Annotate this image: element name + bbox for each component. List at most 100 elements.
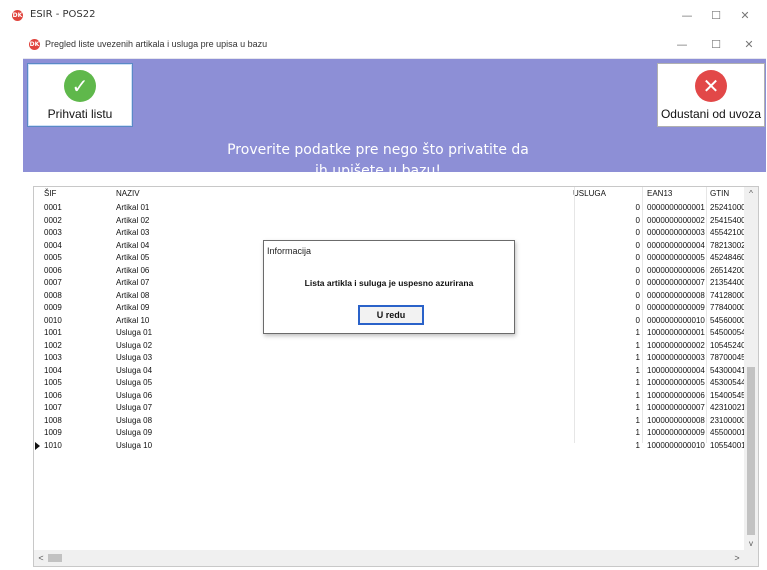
- dialog-minimize-button[interactable]: —: [672, 37, 692, 53]
- grid-cell-gtin[interactable]: 78700045: [710, 353, 744, 362]
- grid-cell-usluga[interactable]: 1: [574, 441, 640, 450]
- grid-cell-sif[interactable]: 1005: [44, 378, 62, 387]
- grid-cell-ean13[interactable]: 1000000000007: [647, 403, 705, 412]
- grid-cell-gtin[interactable]: 45500001: [710, 428, 744, 437]
- grid-cell-ean13[interactable]: 0000000000008: [647, 291, 705, 300]
- grid-cell-ean13[interactable]: 1000000000005: [647, 378, 705, 387]
- grid-cell-sif[interactable]: 0009: [44, 303, 62, 312]
- grid-cell-gtin[interactable]: 77840000: [710, 303, 744, 312]
- grid-cell-ean13[interactable]: 0000000000002: [647, 216, 705, 225]
- cancel-import-button[interactable]: ✕ Odustani od uvoza: [657, 63, 765, 127]
- grid-cell-usluga[interactable]: 0: [574, 203, 640, 212]
- grid-cell-gtin[interactable]: 15400545: [710, 391, 744, 400]
- grid-cell-gtin[interactable]: 25241000: [710, 203, 744, 212]
- grid-cell-usluga[interactable]: 1: [574, 366, 640, 375]
- grid-cell-usluga[interactable]: 0: [574, 291, 640, 300]
- grid-cell-naziv[interactable]: Artikal 08: [116, 291, 149, 300]
- grid-cell-naziv[interactable]: Artikal 09: [116, 303, 149, 312]
- grid-cell-gtin[interactable]: 10554001: [710, 441, 744, 450]
- grid-cell-naziv[interactable]: Artikal 01: [116, 203, 149, 212]
- grid-cell-gtin[interactable]: 45542100: [710, 228, 744, 237]
- grid-cell-ean13[interactable]: 0000000000005: [647, 253, 705, 262]
- grid-cell-gtin[interactable]: 42310021: [710, 403, 744, 412]
- grid-cell-naziv[interactable]: Usluga 01: [116, 328, 152, 337]
- grid-cell-gtin[interactable]: 45248460: [710, 253, 744, 262]
- grid-cell-naziv[interactable]: Usluga 03: [116, 353, 152, 362]
- grid-cell-ean13[interactable]: 1000000000001: [647, 328, 705, 337]
- grid-cell-ean13[interactable]: 1000000000010: [647, 441, 705, 450]
- grid-cell-usluga[interactable]: 0: [574, 316, 640, 325]
- grid-cell-gtin[interactable]: 54500054: [710, 328, 744, 337]
- grid-cell-sif[interactable]: 0002: [44, 216, 62, 225]
- grid-cell-usluga[interactable]: 0: [574, 266, 640, 275]
- grid-cell-gtin[interactable]: 54300041: [710, 366, 744, 375]
- grid-cell-ean13[interactable]: 1000000000009: [647, 428, 705, 437]
- grid-cell-ean13[interactable]: 1000000000008: [647, 416, 705, 425]
- grid-cell-usluga[interactable]: 0: [574, 216, 640, 225]
- table-row[interactable]: 0002 Artikal 02 0 0000000000002 25415400: [34, 215, 744, 228]
- grid-cell-naziv[interactable]: Usluga 02: [116, 341, 152, 350]
- grid-cell-sif[interactable]: 1010: [44, 441, 62, 450]
- grid-cell-sif[interactable]: 1001: [44, 328, 62, 337]
- grid-cell-sif[interactable]: 1009: [44, 428, 62, 437]
- grid-cell-usluga[interactable]: 1: [574, 428, 640, 437]
- outer-maximize-button[interactable]: ☐: [706, 8, 726, 24]
- grid-cell-usluga[interactable]: 0: [574, 228, 640, 237]
- grid-cell-gtin[interactable]: 78213002: [710, 241, 744, 250]
- grid-cell-sif[interactable]: 1006: [44, 391, 62, 400]
- grid-cell-naziv[interactable]: Artikal 04: [116, 241, 149, 250]
- vertical-scrollbar[interactable]: ^ v: [744, 187, 758, 550]
- table-row[interactable]: 1009 Usluga 09 1 1000000000009 45500001: [34, 427, 744, 440]
- grid-cell-gtin[interactable]: 10545240: [710, 341, 744, 350]
- grid-cell-naziv[interactable]: Usluga 04: [116, 366, 152, 375]
- grid-cell-usluga[interactable]: 1: [574, 378, 640, 387]
- grid-cell-ean13[interactable]: 1000000000004: [647, 366, 705, 375]
- grid-cell-naziv[interactable]: Usluga 08: [116, 416, 152, 425]
- scroll-up-icon[interactable]: ^: [744, 187, 758, 200]
- grid-cell-sif[interactable]: 0004: [44, 241, 62, 250]
- accept-list-button[interactable]: ✓ Prihvati listu: [27, 63, 133, 127]
- horizontal-scroll-thumb[interactable]: [48, 554, 62, 562]
- grid-cell-usluga[interactable]: 1: [574, 416, 640, 425]
- table-row[interactable]: 1002 Usluga 02 1 1000000000002 10545240: [34, 340, 744, 353]
- grid-cell-usluga[interactable]: 0: [574, 278, 640, 287]
- outer-minimize-button[interactable]: —: [677, 8, 697, 24]
- grid-cell-ean13[interactable]: 0000000000004: [647, 241, 705, 250]
- grid-cell-usluga[interactable]: 1: [574, 353, 640, 362]
- grid-cell-sif[interactable]: 0001: [44, 203, 62, 212]
- grid-cell-sif[interactable]: 0010: [44, 316, 62, 325]
- dialog-maximize-button[interactable]: ☐: [706, 37, 726, 53]
- grid-cell-sif[interactable]: 0007: [44, 278, 62, 287]
- table-row[interactable]: 1005 Usluga 05 1 1000000000005 45300544: [34, 377, 744, 390]
- grid-cell-sif[interactable]: 1003: [44, 353, 62, 362]
- grid-cell-naziv[interactable]: Artikal 06: [116, 266, 149, 275]
- table-row[interactable]: 0003 Artikal 03 0 0000000000003 45542100: [34, 227, 744, 240]
- column-header-gtin[interactable]: GTIN: [710, 189, 729, 198]
- grid-cell-gtin[interactable]: 54560000: [710, 316, 744, 325]
- table-row[interactable]: 1003 Usluga 03 1 1000000000003 78700045: [34, 352, 744, 365]
- grid-cell-sif[interactable]: 0005: [44, 253, 62, 262]
- grid-cell-sif[interactable]: 1002: [44, 341, 62, 350]
- grid-cell-ean13[interactable]: 0000000000006: [647, 266, 705, 275]
- column-header-naziv[interactable]: NAZIV: [116, 189, 140, 198]
- grid-cell-ean13[interactable]: 1000000000006: [647, 391, 705, 400]
- grid-cell-ean13[interactable]: 0000000000009: [647, 303, 705, 312]
- table-row[interactable]: 1008 Usluga 08 1 1000000000008 23100000: [34, 415, 744, 428]
- grid-cell-sif[interactable]: 0006: [44, 266, 62, 275]
- column-header-sif[interactable]: ŠIF: [44, 189, 56, 198]
- grid-cell-usluga[interactable]: 0: [574, 253, 640, 262]
- table-row[interactable]: 1007 Usluga 07 1 1000000000007 42310021: [34, 402, 744, 415]
- grid-cell-gtin[interactable]: 23100000: [710, 416, 744, 425]
- table-row[interactable]: 1004 Usluga 04 1 1000000000004 54300041: [34, 365, 744, 378]
- grid-cell-naziv[interactable]: Artikal 07: [116, 278, 149, 287]
- grid-cell-sif[interactable]: 1004: [44, 366, 62, 375]
- column-header-usluga[interactable]: USLUGA: [573, 189, 606, 198]
- grid-cell-gtin[interactable]: 45300544: [710, 378, 744, 387]
- outer-close-button[interactable]: ✕: [735, 8, 755, 24]
- dialog-close-button[interactable]: ✕: [739, 37, 759, 53]
- table-row[interactable]: 1006 Usluga 06 1 1000000000006 15400545: [34, 390, 744, 403]
- ok-button[interactable]: U redu: [358, 305, 424, 325]
- grid-cell-usluga[interactable]: 1: [574, 341, 640, 350]
- grid-cell-ean13[interactable]: 0000000000001: [647, 203, 705, 212]
- grid-cell-usluga[interactable]: 1: [574, 328, 640, 337]
